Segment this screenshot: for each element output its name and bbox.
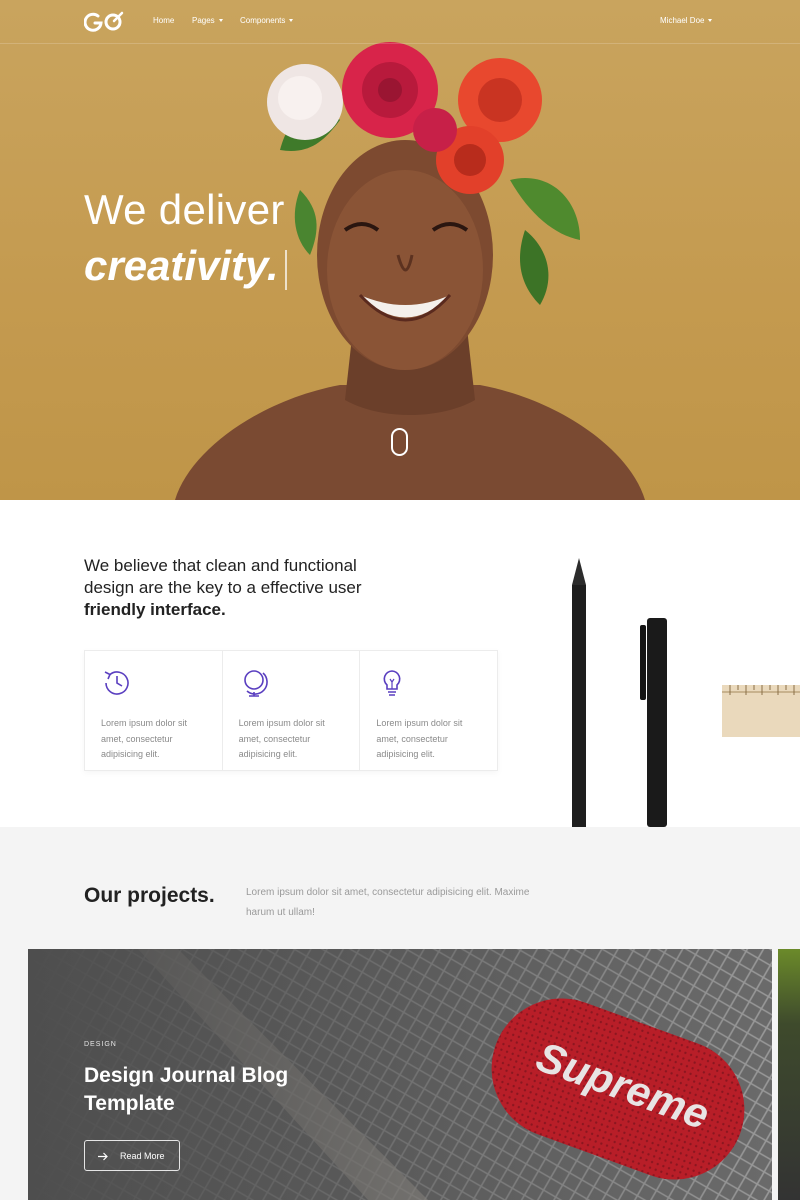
go-logo[interactable]	[84, 10, 124, 34]
arrow-right-icon	[98, 1152, 108, 1161]
hero-heading-line1: We deliver	[84, 186, 285, 233]
lightbulb-icon	[383, 670, 401, 696]
nav-home-label: Home	[153, 16, 175, 25]
next-project-card-peek[interactable]	[778, 949, 800, 1200]
read-more-button[interactable]: Read More	[84, 1140, 180, 1171]
feature-text: Lorem ipsum dolor sit amet, consectetur …	[238, 718, 325, 759]
mouse-scroll-icon[interactable]	[391, 428, 408, 456]
projects-description: Lorem ipsum dolor sit amet, consectetur …	[246, 887, 530, 918]
projects-section: Our projects. Lorem ipsum dolor sit amet…	[0, 827, 800, 1200]
desk-items-image	[572, 558, 800, 827]
feature-text: Lorem ipsum dolor sit amet, consectetur …	[101, 718, 188, 759]
user-menu-dropdown[interactable]: Michael Doe	[660, 16, 713, 25]
about-section: We believe that clean and functional des…	[0, 500, 800, 827]
nav-pages-label: Pages	[192, 16, 215, 25]
user-name-label: Michael Doe	[660, 16, 705, 25]
project-card[interactable]: Supreme DESIGN Design Journal Blog Templ…	[28, 949, 772, 1200]
top-navbar: Home Pages Components Michael Doe	[0, 0, 800, 44]
typing-cursor	[285, 250, 287, 290]
feature-card: Lorem ipsum dolor sit amet, consectetur …	[223, 651, 361, 770]
feature-text: Lorem ipsum dolor sit amet, consectetur …	[376, 718, 463, 759]
chevron-down-icon	[218, 19, 223, 22]
chevron-down-icon	[708, 19, 713, 22]
projects-heading: Our projects.	[84, 884, 215, 907]
project-category: DESIGN	[84, 1041, 117, 1048]
feature-card: Lorem ipsum dolor sit amet, consectetur …	[360, 651, 497, 770]
about-statement-bold: friendly interface.	[84, 600, 226, 619]
nav-pages-dropdown[interactable]: Pages	[192, 16, 223, 25]
read-more-label: Read More	[120, 1151, 165, 1161]
nav-home-link[interactable]: Home	[153, 16, 174, 25]
clock-icon	[104, 671, 129, 695]
hero-heading-line2: creativity.	[84, 242, 279, 289]
chevron-down-icon	[289, 19, 294, 22]
about-statement: We believe that clean and functional des…	[84, 555, 374, 621]
feature-card: Lorem ipsum dolor sit amet, consectetur …	[85, 651, 223, 770]
globe-icon	[243, 670, 268, 697]
hero-section: Home Pages Components Michael Doe We del…	[0, 0, 800, 500]
nav-components-dropdown[interactable]: Components	[240, 16, 294, 25]
nav-components-label: Components	[240, 16, 286, 25]
about-statement-plain: We believe that clean and functional des…	[84, 556, 362, 597]
project-title: Design Journal Blog Template	[84, 1064, 289, 1115]
features-grid: Lorem ipsum dolor sit amet, consectetur …	[84, 650, 498, 771]
